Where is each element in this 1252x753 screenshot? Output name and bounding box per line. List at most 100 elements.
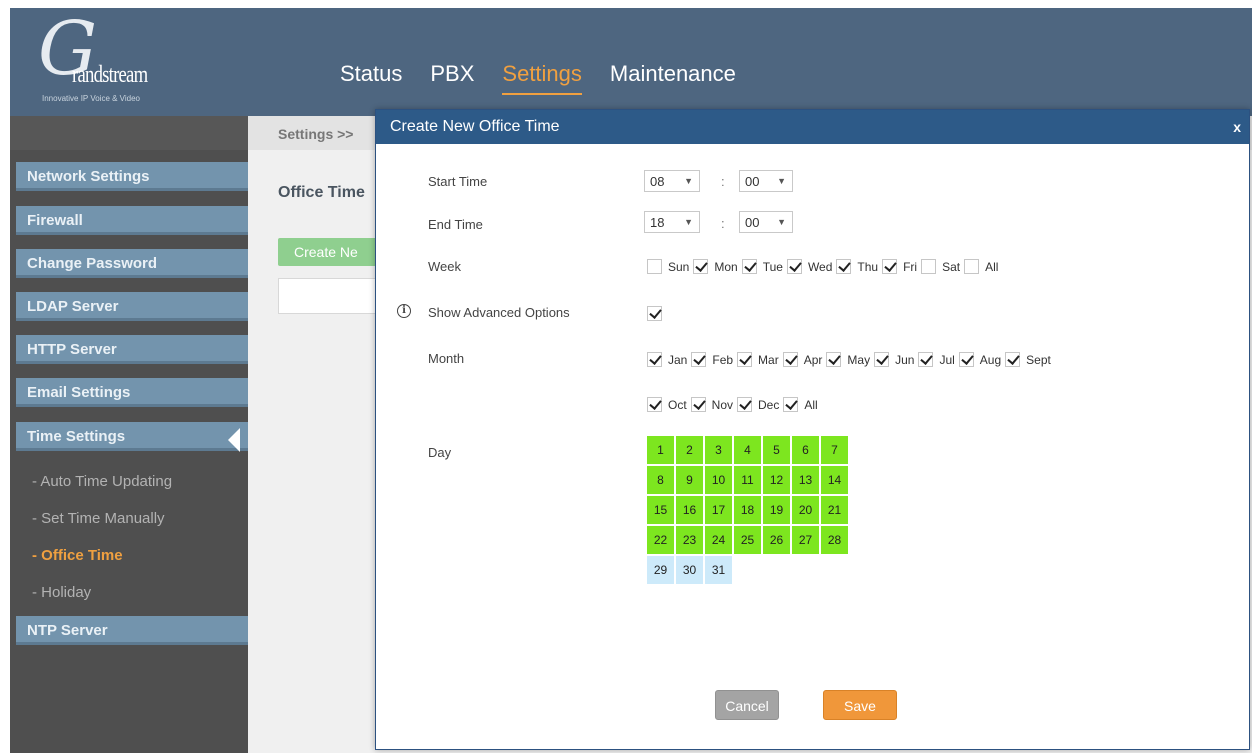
day-cell[interactable]: 12	[763, 466, 790, 494]
day-cell[interactable]: 16	[676, 496, 703, 524]
day-cell[interactable]: 26	[763, 526, 790, 554]
end-minute-select[interactable]: 00 ▼	[739, 211, 793, 233]
sidebar-item-network-settings[interactable]: Network Settings	[16, 162, 248, 191]
week-thu-checkbox[interactable]	[836, 259, 852, 274]
info-icon[interactable]: i	[397, 304, 411, 318]
day-cell[interactable]: 30	[676, 556, 703, 584]
month-jan-checkbox[interactable]	[647, 352, 662, 367]
month-aug-checkbox[interactable]	[958, 352, 974, 367]
sidebar-item-firewall[interactable]: Firewall	[16, 206, 248, 235]
day-cell[interactable]: 18	[734, 496, 761, 524]
create-office-time-dialog: Create New Office Time x Start Time 08 ▼…	[375, 109, 1250, 750]
logo-word: randstream	[72, 62, 148, 88]
day-cell[interactable]: 14	[821, 466, 848, 494]
dialog-header: Create New Office Time x	[376, 110, 1249, 144]
month-nov-checkbox[interactable]	[690, 397, 706, 412]
save-button[interactable]: Save	[823, 690, 897, 720]
sidebar-item-email-settings[interactable]: Email Settings	[16, 378, 248, 407]
nav-pbx[interactable]: PBX	[430, 61, 474, 87]
week-mon-checkbox[interactable]	[693, 259, 709, 274]
sidebar-item-ntp-server[interactable]: NTP Server	[16, 616, 248, 645]
cancel-button[interactable]: Cancel	[715, 690, 779, 720]
week-day-label: Sun	[668, 259, 690, 274]
day-cell[interactable]: 5	[763, 436, 790, 464]
chevron-down-icon: ▼	[684, 217, 693, 227]
day-cell[interactable]: 22	[647, 526, 674, 554]
sidebar-item-time-settings[interactable]: Time Settings	[16, 422, 248, 451]
nav-maintenance[interactable]: Maintenance	[610, 61, 736, 87]
day-cell[interactable]: 31	[705, 556, 732, 584]
month-all-checkbox[interactable]	[783, 397, 799, 412]
week-wed-checkbox[interactable]	[786, 259, 802, 274]
day-cell[interactable]: 13	[792, 466, 819, 494]
day-cell[interactable]: 6	[792, 436, 819, 464]
month-label-item: Jul	[939, 352, 955, 367]
nav-settings[interactable]: Settings	[502, 61, 582, 95]
sidebar-sub-set-time-manually[interactable]: - Set Time Manually	[32, 510, 165, 527]
sidebar-item-ldap-server[interactable]: LDAP Server	[16, 292, 248, 321]
day-cell[interactable]: 19	[763, 496, 790, 524]
advanced-options-checkbox[interactable]	[647, 306, 662, 321]
week-day-label: All	[985, 259, 999, 274]
day-cell[interactable]: 17	[705, 496, 732, 524]
week-tue-checkbox[interactable]	[741, 259, 757, 274]
month-mar-checkbox[interactable]	[737, 352, 753, 367]
active-item-pointer	[228, 428, 240, 452]
sidebar-sub-office-time[interactable]: - Office Time	[32, 547, 123, 564]
month-apr-checkbox[interactable]	[782, 352, 798, 367]
month-oct-checkbox[interactable]	[647, 397, 662, 412]
grandstream-logo[interactable]: G randstream Innovative IP Voice & Video	[32, 12, 192, 104]
day-cell[interactable]: 9	[676, 466, 703, 494]
sidebar-sub-holiday[interactable]: - Holiday	[32, 584, 91, 601]
start-hour-select[interactable]: 08 ▼	[644, 170, 700, 192]
month-checkboxes-row2: Oct Nov Dec All	[647, 397, 822, 412]
day-cell[interactable]: 10	[705, 466, 732, 494]
month-dec-checkbox[interactable]	[737, 397, 753, 412]
day-cell[interactable]: 3	[705, 436, 732, 464]
day-cell[interactable]: 8	[647, 466, 674, 494]
day-cell[interactable]: 25	[734, 526, 761, 554]
week-sat-checkbox[interactable]	[921, 259, 937, 274]
week-day-label: Tue	[762, 259, 783, 274]
month-sept-checkbox[interactable]	[1005, 352, 1021, 367]
time-separator: :	[721, 216, 725, 231]
month-label-item: Apr	[803, 352, 823, 367]
week-label: Week	[428, 259, 461, 274]
day-cell[interactable]: 7	[821, 436, 848, 464]
nav-status[interactable]: Status	[340, 61, 402, 87]
sidebar-item-http-server[interactable]: HTTP Server	[16, 335, 248, 364]
week-sun-checkbox[interactable]	[647, 259, 662, 274]
month-feb-checkbox[interactable]	[691, 352, 707, 367]
day-cell[interactable]: 27	[792, 526, 819, 554]
week-all-checkbox[interactable]	[964, 259, 980, 274]
month-label-item: Oct	[668, 397, 687, 412]
day-cell[interactable]: 4	[734, 436, 761, 464]
end-hour-select[interactable]: 18 ▼	[644, 211, 700, 233]
day-cell[interactable]: 21	[821, 496, 848, 524]
day-cell[interactable]: 24	[705, 526, 732, 554]
breadcrumb[interactable]: Settings >>	[278, 126, 353, 142]
month-label-item: Nov	[711, 397, 734, 412]
month-jun-checkbox[interactable]	[874, 352, 890, 367]
close-icon[interactable]: x	[1233, 119, 1241, 135]
day-cell[interactable]: 11	[734, 466, 761, 494]
start-minute-select[interactable]: 00 ▼	[739, 170, 793, 192]
month-label-item: Feb	[712, 352, 734, 367]
month-may-checkbox[interactable]	[826, 352, 842, 367]
month-label-item: Sept	[1026, 352, 1051, 367]
day-cell[interactable]: 28	[821, 526, 848, 554]
day-cell[interactable]: 20	[792, 496, 819, 524]
time-separator: :	[721, 174, 725, 189]
month-jul-checkbox[interactable]	[918, 352, 934, 367]
day-cell[interactable]: 2	[676, 436, 703, 464]
day-cell[interactable]: 29	[647, 556, 674, 584]
week-fri-checkbox[interactable]	[882, 259, 898, 274]
sidebar-sub-auto-time-updating[interactable]: - Auto Time Updating	[32, 473, 172, 490]
sidebar-item-change-password[interactable]: Change Password	[16, 249, 248, 278]
sidebar-top-strip	[10, 116, 248, 150]
start-minute-value: 00	[745, 174, 760, 189]
week-day-label: Fri	[903, 259, 918, 274]
day-cell[interactable]: 23	[676, 526, 703, 554]
day-cell[interactable]: 15	[647, 496, 674, 524]
day-cell[interactable]: 1	[647, 436, 674, 464]
